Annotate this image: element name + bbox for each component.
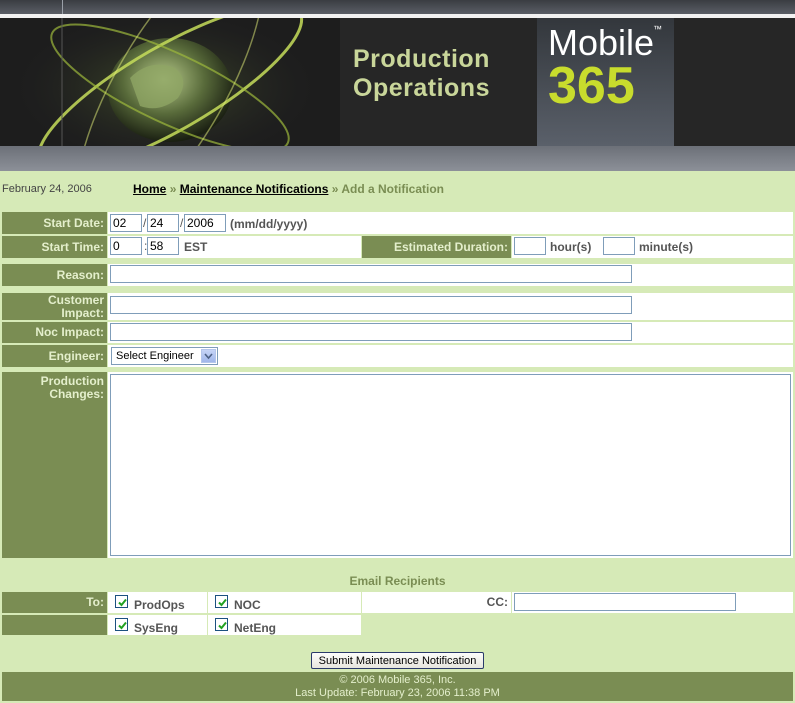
noc-checkbox[interactable] (215, 595, 228, 608)
start-date-label: Start Date: (2, 212, 107, 234)
prodops-label: ProdOps (134, 598, 185, 612)
logo-number: 365 (548, 57, 635, 115)
footer: © 2006 Mobile 365, Inc. Last Update: Feb… (2, 672, 793, 701)
production-changes-label-line2: Changes: (49, 387, 104, 401)
noc-impact-label: Noc Impact: (2, 322, 107, 343)
breadcrumb-separator: » (169, 182, 177, 196)
noc-impact-input[interactable] (110, 323, 632, 341)
start-minute-input[interactable] (147, 237, 179, 255)
to-neteng-cell (208, 615, 361, 635)
date-separator: / (180, 216, 184, 230)
syseng-checkbox[interactable] (115, 618, 128, 631)
reason-label: Reason: (2, 264, 107, 286)
header-bottom-bar (0, 146, 795, 171)
prodops-checkbox[interactable] (115, 595, 128, 608)
breadcrumb-current: Add a Notification (341, 182, 444, 196)
breadcrumb-home-link[interactable]: Home (133, 182, 166, 196)
date-separator: / (143, 216, 147, 230)
production-changes-label: Production Changes: (2, 372, 107, 558)
globe-graphic (0, 18, 340, 146)
submit-button[interactable]: Submit Maintenance Notification (311, 652, 484, 669)
duration-hours-input[interactable] (514, 237, 546, 255)
start-time-label: Start Time: (2, 236, 107, 258)
start-year-input[interactable] (184, 214, 226, 232)
customer-impact-label-line2: Impact: (61, 306, 104, 320)
engineer-select[interactable]: Select Engineer (111, 347, 218, 365)
hours-unit-label: hour(s) (550, 240, 592, 254)
neteng-checkbox[interactable] (215, 618, 228, 631)
logo-tm: ™ (653, 24, 662, 34)
top-strip (0, 0, 795, 14)
start-month-input[interactable] (110, 214, 142, 232)
to-label: To: (2, 592, 107, 613)
start-day-input[interactable] (147, 214, 179, 232)
reason-input[interactable] (110, 265, 632, 283)
top-strip-divider (62, 0, 63, 14)
banner-title-line1: Production (353, 45, 490, 73)
production-changes-textarea[interactable] (110, 374, 791, 556)
logo-box: Mobile ™ 365 (537, 18, 674, 146)
breadcrumb-separator: » (331, 182, 339, 196)
current-date: February 24, 2006 (2, 183, 92, 195)
chevron-down-icon[interactable] (201, 349, 216, 363)
timezone-label: EST (184, 240, 208, 254)
to-noc-cell (208, 592, 361, 613)
minutes-unit-label: minute(s) (639, 240, 693, 254)
breadcrumb-maintenance-link[interactable]: Maintenance Notifications (180, 182, 329, 196)
cc-label: CC: (362, 592, 511, 613)
duration-minutes-input[interactable] (603, 237, 635, 255)
header-banner: Production Operations Mobile ™ 365 (0, 18, 795, 146)
cc-input[interactable] (514, 593, 736, 611)
engineer-select-value: Select Engineer (116, 350, 194, 362)
email-recipients-label: Email Recipients (349, 574, 446, 588)
footer-copyright: © 2006 Mobile 365, Inc. (339, 674, 456, 686)
banner-title-line2: Operations (353, 74, 490, 102)
breadcrumb: Home » Maintenance Notifications » Add a… (133, 182, 444, 196)
customer-impact-input[interactable] (110, 296, 632, 314)
footer-last-update: Last Update: February 23, 2006 11:38 PM (295, 687, 500, 699)
date-format-hint: (mm/dd/yyyy) (230, 217, 308, 231)
customer-impact-label: Customer Impact: (2, 293, 107, 320)
syseng-label: SysEng (134, 621, 179, 635)
engineer-label: Engineer: (2, 345, 107, 367)
duration-label: Estimated Duration: (362, 236, 511, 258)
noc-label: NOC (234, 598, 261, 612)
recipients-row2-spacer (2, 615, 107, 635)
start-hour-input[interactable] (110, 237, 142, 255)
neteng-label: NetEng (234, 621, 276, 635)
